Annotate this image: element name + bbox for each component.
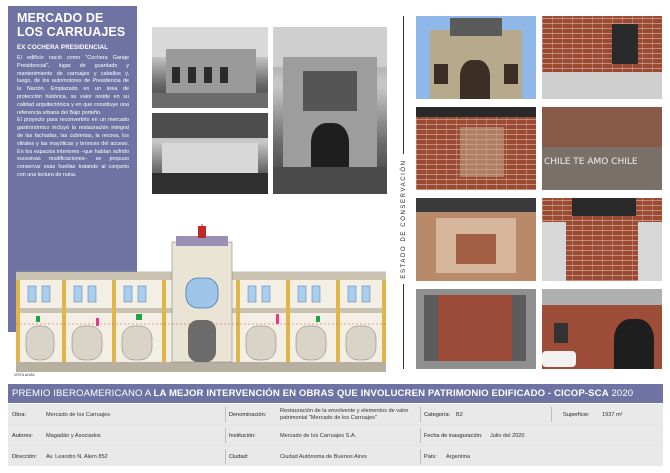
autores-label: Autores: <box>12 432 33 439</box>
denominacion-value: Restauración de la envolvente y elemento… <box>280 408 409 421</box>
project-info-table: Obra: Mercado de los Carruajes Denominac… <box>8 404 663 466</box>
photo-brick-wall <box>416 107 536 190</box>
institucion-value: Mercado de los Carruajes S.A. <box>280 432 357 439</box>
historic-photo-facade <box>273 27 387 194</box>
info-row-1: Obra: Mercado de los Carruajes Denominac… <box>8 405 663 424</box>
fecha-value: Julio del 2020 <box>490 432 525 439</box>
photo-graffiti: CHILE TE AMO CHILE <box>542 107 662 190</box>
description: El edificio nació como "Cochera Garaje P… <box>17 55 129 180</box>
page-title: MERCADO DE LOS CARRUAJES <box>17 11 126 39</box>
superficie-label: Superficie: <box>563 411 590 418</box>
drawing-caption: VISTA ALMA <box>14 373 35 377</box>
info-row-2: Autores: Magadán y Asociados Institución… <box>8 426 663 445</box>
info-row-3: Dirección: Av. Leandro N. Alem 852 Ciuda… <box>8 447 663 466</box>
description-paragraph-1: El edificio nació como "Cochera Garaje P… <box>17 55 129 116</box>
fecha-label: Fecha de inauguración: <box>424 432 483 439</box>
obra-label: Obra: <box>12 411 26 418</box>
photo-arcade <box>542 16 662 99</box>
autores-value: Magadán y Asociados <box>46 432 101 439</box>
pais-label: País: <box>424 453 437 460</box>
subtitle: EX COCHERA PRESIDENCIAL <box>17 44 109 51</box>
direccion-label: Dirección: <box>12 453 37 460</box>
denominacion-label: Denominación: <box>229 411 267 418</box>
institucion-label: Institución: <box>229 432 256 439</box>
historic-photo-street <box>152 27 268 108</box>
categoria-label: Categoría: <box>424 411 451 418</box>
photo-street-entrance <box>542 289 662 369</box>
pais-value: Argentina <box>446 453 470 460</box>
photo-window-bricks <box>542 198 662 281</box>
photo-facade-sky <box>416 16 536 99</box>
photo-corner <box>416 289 536 369</box>
obra-value: Mercado de los Carruajes <box>46 411 111 418</box>
ciudad-label: Ciudad: <box>229 453 249 460</box>
photo-damaged-wall <box>416 198 536 281</box>
facade-elevation-drawing <box>16 224 386 372</box>
superficie-value: 1937 m² <box>602 411 623 418</box>
graffiti-text: CHILE TE AMO CHILE <box>544 157 638 167</box>
historic-photo-interior <box>152 113 268 194</box>
award-banner: PREMIO IBEROAMERICANO A LA MEJOR INTERVE… <box>8 384 663 403</box>
categoria-value: B2 <box>456 411 463 418</box>
description-paragraph-2: El proyecto para reconvertirlo en un mer… <box>17 117 129 178</box>
direccion-value: Av. Leandro N. Alem 852 <box>46 453 108 460</box>
ciudad-value: Ciudad Autónoma de Buenos Aires <box>280 453 367 460</box>
conservation-label: ESTADO DE CONSERVACIÓN <box>399 16 409 369</box>
